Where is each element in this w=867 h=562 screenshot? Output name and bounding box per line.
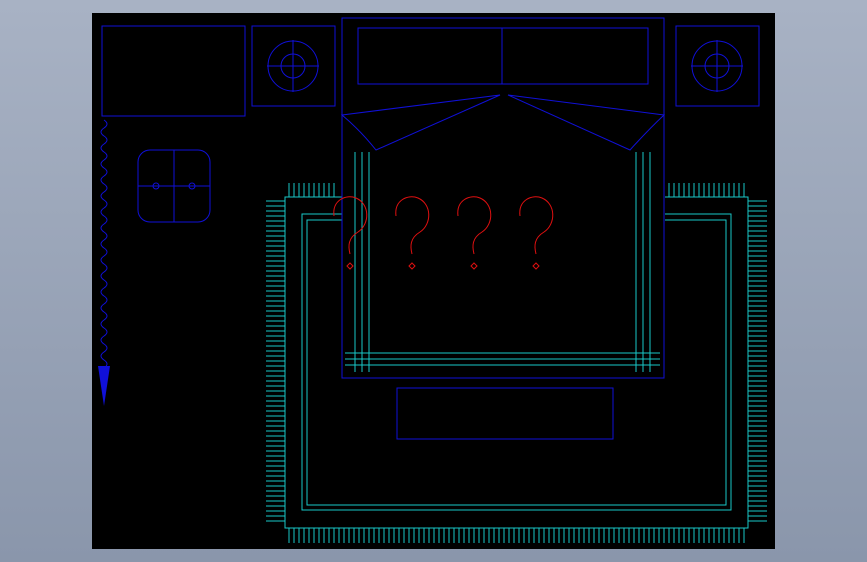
rug-fringe-top-left (288, 183, 335, 197)
rug-fringe-bottom (288, 528, 745, 543)
question-mark-dot (532, 262, 540, 270)
annotation-question-marks (333, 196, 554, 270)
blanket-fold (340, 94, 501, 151)
question-mark-dot (346, 262, 354, 270)
rug-inner-border-1 (301, 213, 732, 511)
question-mark-dot (470, 262, 478, 270)
nightstand-right (675, 25, 760, 107)
rug-inner-border-2 (306, 219, 727, 506)
furniture (101, 17, 760, 440)
question-mark-glyph (395, 196, 430, 255)
bed-frame (341, 17, 665, 379)
question-mark-glyph (519, 196, 554, 255)
rug-fringe-left (266, 200, 285, 522)
cabinet (101, 25, 246, 117)
pillows (357, 27, 649, 85)
bench (396, 387, 614, 440)
rug (266, 183, 767, 543)
stool (137, 149, 211, 223)
wavy-down-arrow-icon (98, 119, 110, 406)
rug-fringe-top-right (668, 183, 745, 197)
rug-outer-edge (284, 196, 749, 529)
rug-fringe-right (748, 200, 767, 522)
bed-sheet-lines (345, 152, 660, 372)
bed (340, 17, 666, 379)
question-mark-glyph (457, 196, 492, 255)
nightstand-left (251, 25, 336, 107)
cad-viewport[interactable]: ???? (92, 13, 775, 549)
floor-plan-drawing: ???? (98, 17, 767, 543)
question-mark-dot (408, 262, 416, 270)
